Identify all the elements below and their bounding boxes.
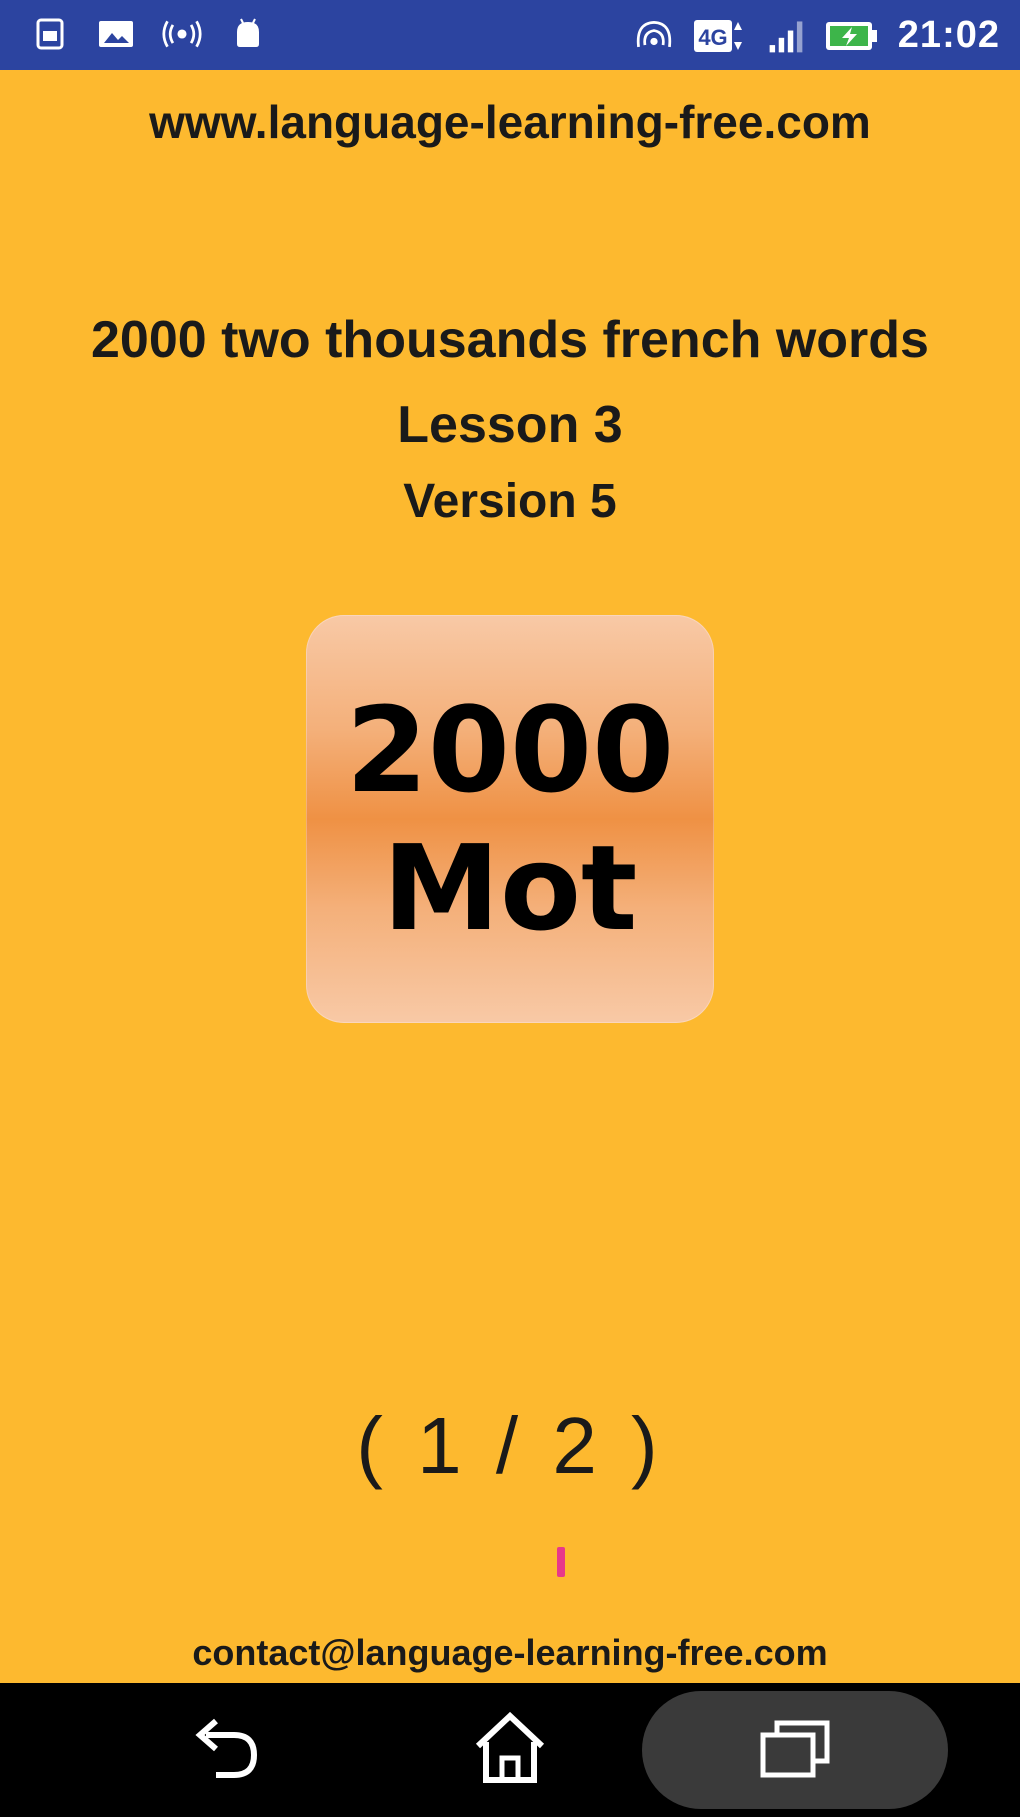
home-icon <box>470 1708 550 1793</box>
signal-icon <box>766 16 806 56</box>
navigation-bar <box>0 1683 1020 1817</box>
back-button[interactable] <box>158 1683 298 1817</box>
lesson-label: Lesson 3 <box>397 396 623 454</box>
page-indicator: ( 1 / 2 ) <box>356 1401 664 1490</box>
battery-charging-icon <box>824 16 880 56</box>
logo-button[interactable]: 2000 Mot <box>306 615 714 1023</box>
photo-icon <box>96 14 136 54</box>
home-button[interactable] <box>440 1683 580 1817</box>
android-icon <box>228 14 268 54</box>
logo-line-word: Mot <box>382 819 638 957</box>
back-icon <box>188 1713 268 1788</box>
site-url: www.language-learning-free.com <box>149 96 871 148</box>
app-title: 2000 two thousands french words <box>91 311 929 369</box>
network-4g-icon: 4G <box>692 16 748 56</box>
sim-icon <box>30 14 70 54</box>
status-time: 21:02 <box>897 14 1000 56</box>
hotspot-icon <box>634 16 674 56</box>
logo-line-number: 2000 <box>345 681 675 819</box>
recent-apps-button[interactable] <box>642 1691 948 1809</box>
status-bar: 4G 21:02 <box>0 0 1020 70</box>
contact-email[interactable]: contact@language-learning-free.com <box>0 1632 1020 1674</box>
recent-apps-icon <box>755 1713 835 1788</box>
broadcast-icon <box>162 14 202 54</box>
status-left-icons <box>30 14 268 54</box>
svg-text:4G: 4G <box>698 25 727 50</box>
version-label: Version 5 <box>403 475 617 528</box>
accent-mark <box>557 1547 565 1577</box>
status-right-icons: 4G 21:02 <box>634 14 1000 57</box>
